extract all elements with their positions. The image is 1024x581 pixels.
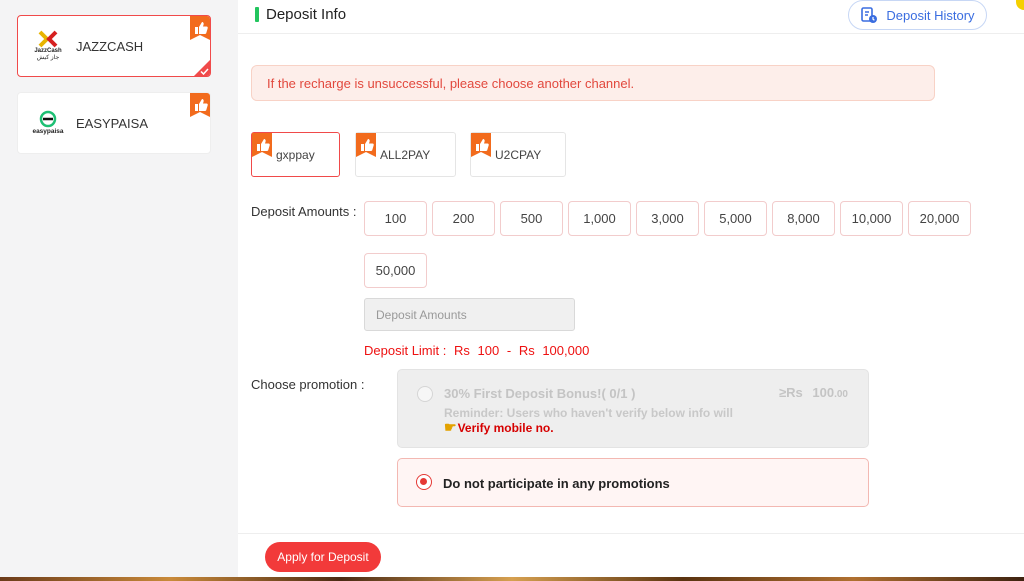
limit-currency: Rs — [454, 343, 470, 358]
history-document-icon — [861, 7, 878, 23]
limit-separator: - — [506, 343, 512, 358]
promotion-none[interactable]: Do not participate in any promotions — [397, 458, 869, 507]
easypaisa-logo: easypaisa — [28, 103, 68, 143]
promotion-min-decimals: .00 — [834, 389, 848, 400]
channel-label: JAZZCASH — [76, 38, 144, 54]
recharge-alert: If the recharge is unsuccessful, please … — [251, 65, 935, 101]
promotion-title: Do not participate in any promotions — [443, 476, 670, 491]
subchannel-all2pay[interactable]: ALL2PAY — [355, 132, 456, 177]
deposit-panel: Deposit Info Deposit History If the rech… — [238, 0, 1024, 581]
deposit-history-label: Deposit History — [886, 7, 975, 23]
page-title: Deposit Info — [266, 6, 347, 23]
amount-option[interactable]: 10,000 — [840, 201, 903, 236]
subchannel-label: gxppay — [276, 147, 315, 162]
amount-option[interactable]: 50,000 — [364, 253, 427, 288]
verify-mobile-label: Verify mobile no. — [457, 420, 554, 435]
easypaisa-logo-text: easypaisa — [32, 128, 64, 135]
channel-sidebar: JazzCash جاز کیش JAZZCASH easypaisa EASY… — [0, 0, 238, 581]
title-accent-bar — [255, 7, 259, 22]
deposit-footer: Apply for Deposit — [238, 533, 1024, 581]
background-strip — [0, 577, 1024, 581]
limit-max: 100,000 — [542, 343, 590, 358]
subchannel-label: U2CPAY — [495, 147, 542, 162]
jazzcash-logo: JazzCash جاز کیش — [28, 26, 68, 66]
thumbs-up-badge-icon — [356, 133, 376, 157]
promotion-min-value: 100 — [812, 385, 835, 400]
selected-check-icon — [194, 60, 210, 76]
amount-option[interactable]: 20,000 — [908, 201, 971, 236]
channel-easypaisa[interactable]: easypaisa EASYPAISA — [17, 92, 211, 154]
promotion-min-prefix: ≥Rs — [779, 385, 803, 400]
channel-jazzcash[interactable]: JazzCash جاز کیش JAZZCASH — [17, 15, 211, 77]
amount-option[interactable]: 200 — [432, 201, 495, 236]
apply-deposit-button[interactable]: Apply for Deposit — [265, 542, 381, 572]
promotion-title: 30% First Deposit Bonus!( 0/1 ) — [444, 386, 636, 401]
promotion-radio-selected[interactable] — [416, 474, 432, 490]
amount-option[interactable]: 1,000 — [568, 201, 631, 236]
amount-option[interactable]: 500 — [500, 201, 563, 236]
alert-text: If the recharge is unsuccessful, please … — [267, 75, 635, 91]
thumbs-up-badge-icon — [190, 93, 210, 117]
deposit-amounts-label: Deposit Amounts : — [251, 204, 357, 219]
choose-promotion-label: Choose promotion : — [251, 377, 365, 392]
thumbs-up-badge-icon — [190, 16, 210, 40]
thumbs-up-badge-icon — [471, 133, 491, 157]
amount-option[interactable]: 3,000 — [636, 201, 699, 236]
limit-min: 100 — [477, 343, 500, 358]
deposit-history-button[interactable]: Deposit History — [848, 0, 987, 30]
promotion-reminder: Reminder: Users who haven't verify below… — [444, 406, 733, 420]
jazzcash-logo-subtext: جاز کیش — [36, 55, 60, 61]
thumbs-up-badge-icon — [252, 133, 272, 157]
channel-label: EASYPAISA — [76, 115, 149, 131]
verify-mobile-link[interactable]: ☛ Verify mobile no. — [444, 419, 554, 436]
limit-currency: Rs — [518, 343, 535, 358]
deposit-limit: Deposit Limit : Rs 100 - Rs 100,000 — [364, 343, 593, 358]
deposit-header: Deposit Info Deposit History — [238, 0, 1024, 34]
promotion-first-deposit-bonus: 30% First Deposit Bonus!( 0/1 ) ≥Rs 100.… — [397, 369, 869, 448]
promotion-min-deposit: ≥Rs 100.00 — [779, 385, 848, 400]
subchannel-label: ALL2PAY — [380, 147, 431, 162]
subchannel-gxppay[interactable]: gxppay — [251, 132, 340, 177]
floating-widget-icon[interactable] — [1016, 0, 1024, 10]
deposit-amount-input[interactable] — [364, 298, 575, 331]
amount-option[interactable]: 100 — [364, 201, 427, 236]
amount-option[interactable]: 5,000 — [704, 201, 767, 236]
jazzcash-logo-text: JazzCash — [34, 48, 62, 54]
pointing-hand-icon: ☛ — [444, 419, 457, 435]
deposit-limit-label: Deposit Limit : — [364, 343, 447, 358]
subchannel-u2cpay[interactable]: U2CPAY — [470, 132, 566, 177]
amount-option[interactable]: 8,000 — [772, 201, 835, 236]
promotion-radio — [417, 386, 433, 402]
